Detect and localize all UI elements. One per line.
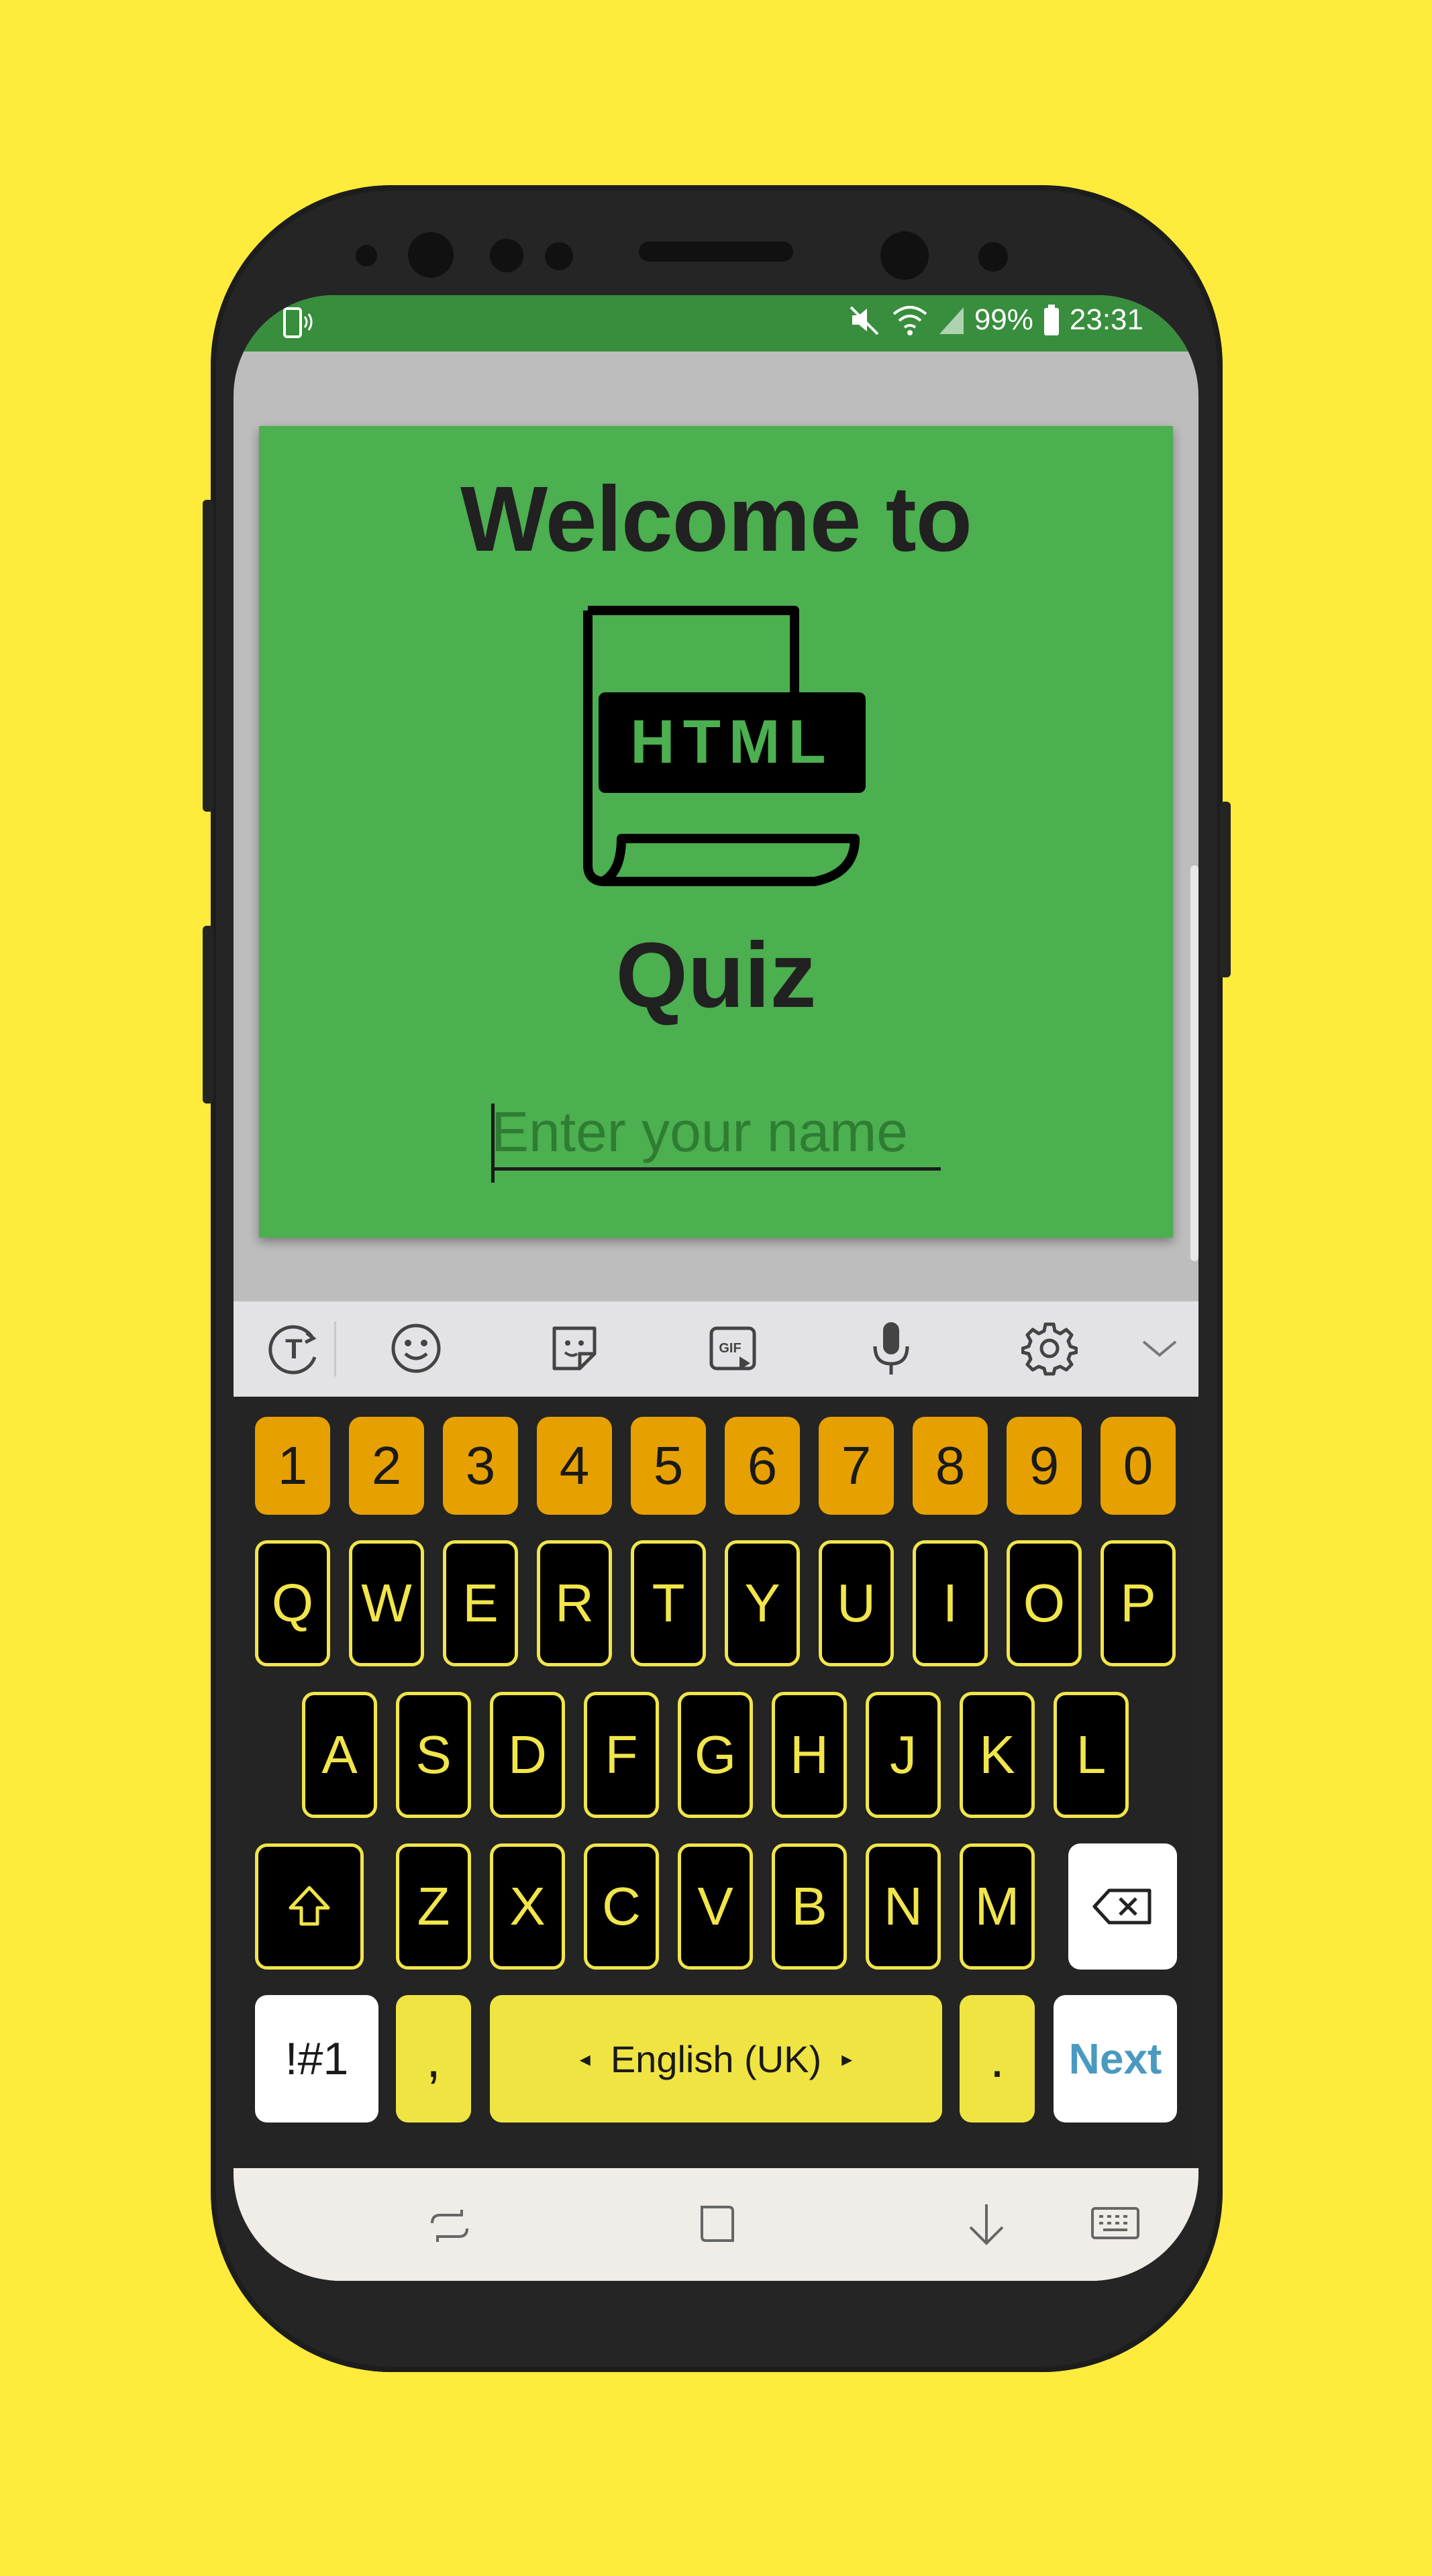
signal-icon [939,307,964,334]
key-j[interactable]: J [866,1692,941,1818]
emoji-icon[interactable] [382,1315,450,1382]
key-i[interactable]: I [913,1540,988,1666]
sticker-icon[interactable] [541,1315,608,1382]
key-8[interactable]: 8 [913,1417,988,1515]
front-camera [880,231,929,280]
language-left-arrow: ◂ [579,2047,591,2071]
key-x[interactable]: X [490,1843,565,1970]
key-a[interactable]: A [302,1692,377,1818]
welcome-heading: Welcome to [460,468,972,571]
wifi-icon [892,306,927,335]
key-d[interactable]: D [490,1692,565,1818]
symbols-key[interactable]: !#1 [255,1995,378,2123]
key-9[interactable]: 9 [1007,1417,1082,1515]
html-document-icon: HTML [583,606,866,886]
key-s[interactable]: S [396,1692,471,1818]
key-g[interactable]: G [678,1692,753,1818]
navigation-bar [234,2168,1198,2281]
keyboard-toolbar: T GIF [234,1301,1198,1397]
key-t[interactable]: T [631,1540,706,1666]
key-k[interactable]: K [960,1692,1035,1818]
welcome-card: Welcome to HTML Quiz [259,426,1173,1238]
clock: 23:31 [1069,303,1143,336]
key-m[interactable]: M [960,1843,1035,1970]
shift-arrow-icon [289,1886,330,1926]
mute-icon [850,306,879,335]
recents-icon[interactable] [423,2198,476,2251]
space-language-label: English (UK) [610,2037,822,2080]
screen: 99% 23:31 Welcome to HTML Quiz Enter you… [234,295,1198,2281]
toolbar-divider [334,1322,336,1377]
key-u[interactable]: U [819,1540,894,1666]
text-style-icon[interactable]: T [260,1315,327,1382]
key-e[interactable]: E [443,1540,518,1666]
sensor-dot [978,242,1008,272]
period-key[interactable]: . [960,1995,1035,2123]
bixby-button [203,926,213,1104]
key-f[interactable]: F [584,1692,659,1818]
battery-icon [1043,305,1059,335]
key-2[interactable]: 2 [349,1417,424,1515]
keyboard-switch-icon[interactable] [1088,2198,1142,2251]
language-right-arrow: ▸ [841,2047,853,2071]
key-z[interactable]: Z [396,1843,471,1970]
key-7[interactable]: 7 [819,1417,894,1515]
svg-text:GIF: GIF [719,1341,741,1356]
microphone-icon[interactable] [858,1315,925,1382]
next-key[interactable]: Next [1054,1995,1177,2123]
svg-text:T: T [285,1333,303,1364]
status-bar: 99% 23:31 [234,295,1198,352]
key-o[interactable]: O [1007,1540,1082,1666]
key-p[interactable]: P [1101,1540,1176,1666]
space-key[interactable]: ◂ English (UK) ▸ [490,1995,942,2123]
power-button [1220,802,1231,977]
battery-percent: 99% [974,303,1033,336]
back-icon[interactable] [960,2198,1013,2251]
shift-key[interactable] [255,1843,364,1970]
key-3[interactable]: 3 [443,1417,518,1515]
backspace-key[interactable] [1068,1843,1177,1970]
quiz-heading: Quiz [615,924,817,1027]
volume-button [203,500,213,812]
vibrate-mode-icon [283,307,313,338]
gif-icon[interactable]: GIF [699,1315,766,1382]
sensor-dot [545,242,573,270]
key-n[interactable]: N [866,1843,941,1970]
html-logo-text: HTML [630,708,833,776]
key-q[interactable]: Q [255,1540,330,1666]
backspace-icon [1092,1888,1152,1925]
key-l[interactable]: L [1054,1692,1129,1818]
key-b[interactable]: B [772,1843,847,1970]
keyboard: 1 2 3 4 5 6 7 8 9 0 Q W E R T Y U I O P … [234,1397,1198,2168]
key-r[interactable]: R [537,1540,612,1666]
key-h[interactable]: H [772,1692,847,1818]
key-6[interactable]: 6 [725,1417,800,1515]
settings-icon[interactable] [1016,1315,1083,1382]
key-1[interactable]: 1 [255,1417,330,1515]
sensor-dot [356,245,377,266]
comma-key[interactable]: , [396,1995,471,2123]
status-right: 99% 23:31 [848,303,1143,337]
earpiece-speaker [639,241,793,262]
sensor-dot [490,239,523,272]
collapse-chevron-icon[interactable] [1126,1315,1193,1382]
name-input[interactable] [491,1097,941,1171]
scroll-edge [1190,865,1198,1261]
key-w[interactable]: W [349,1540,424,1666]
text-cursor [491,1104,495,1183]
sensor-dot [408,232,454,278]
home-icon[interactable] [690,2198,744,2251]
key-0[interactable]: 0 [1101,1417,1176,1515]
key-5[interactable]: 5 [631,1417,706,1515]
key-c[interactable]: C [584,1843,659,1970]
key-y[interactable]: Y [725,1540,800,1666]
key-4[interactable]: 4 [537,1417,612,1515]
key-v[interactable]: V [678,1843,753,1970]
